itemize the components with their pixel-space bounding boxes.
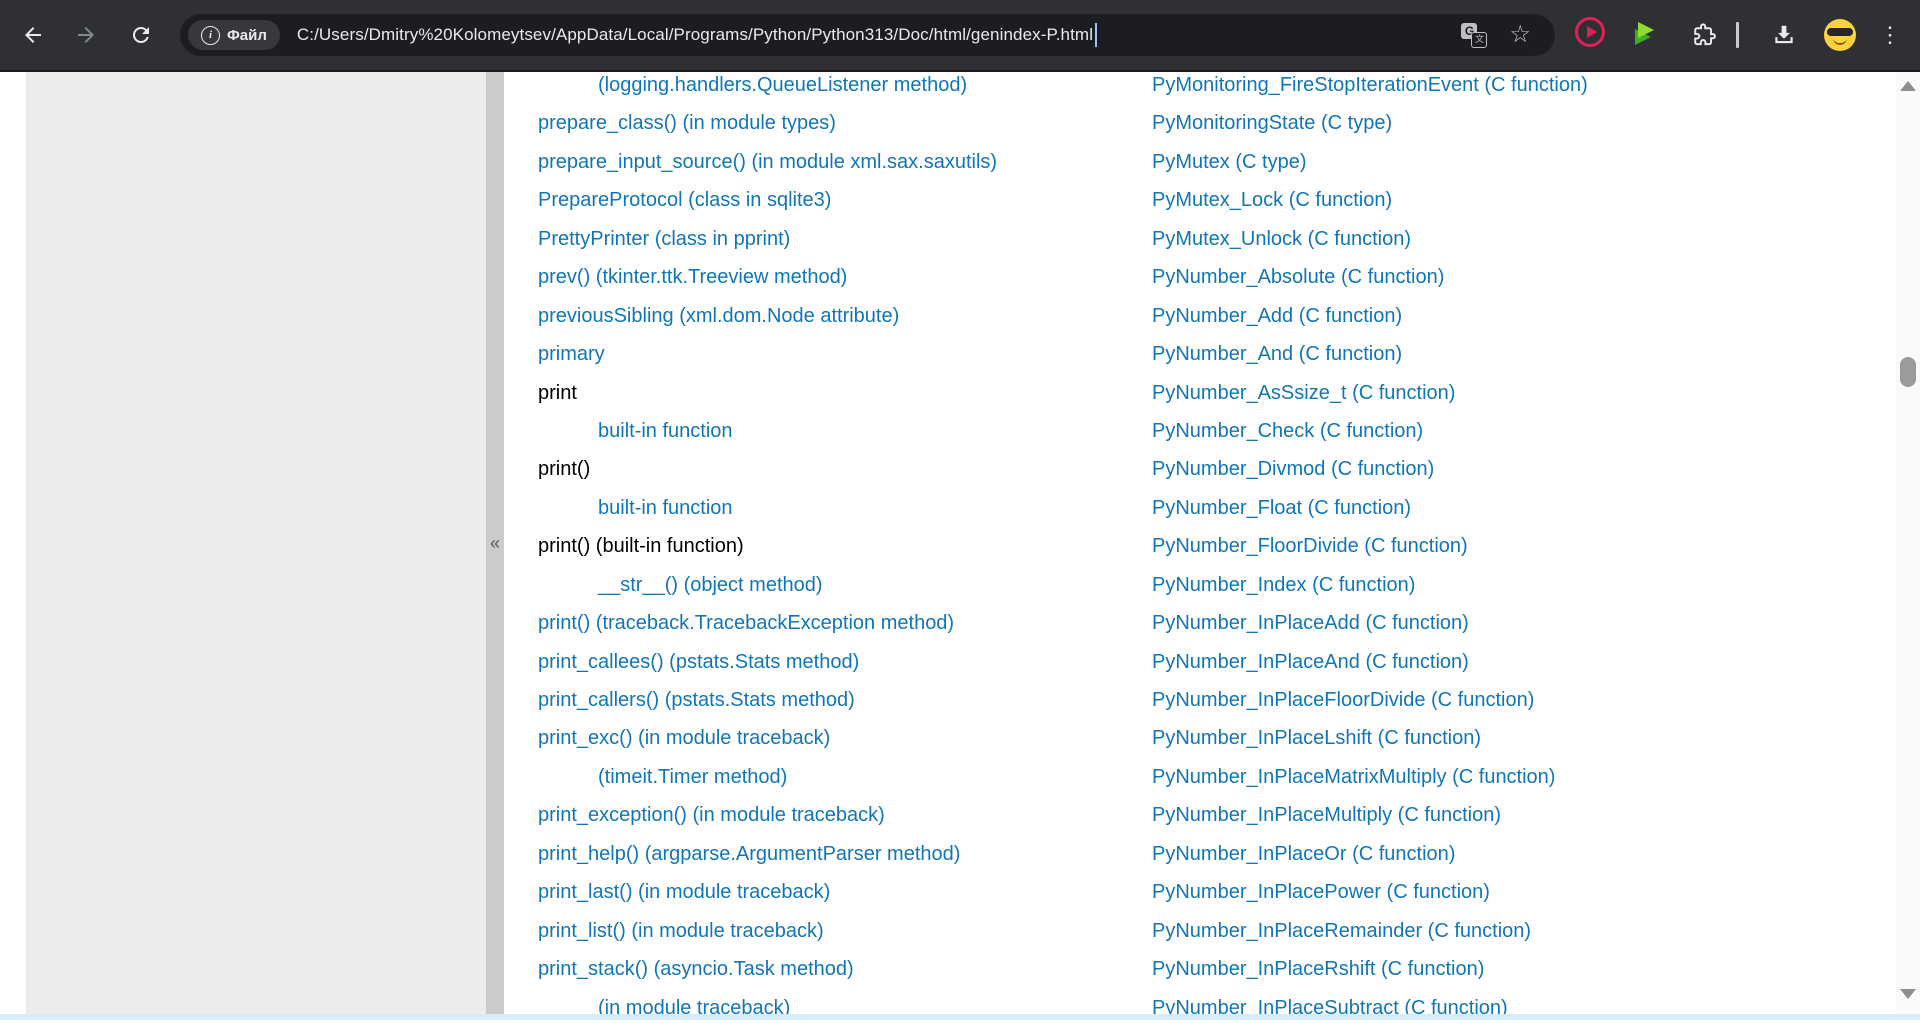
- index-entry-link[interactable]: PyNumber_InPlacePower (C function): [1152, 873, 1588, 911]
- index-entry-link[interactable]: print_exception() (in module traceback): [538, 796, 997, 834]
- bottom-edge-strip: [0, 1014, 1920, 1020]
- index-entry-link[interactable]: PyNumber_InPlaceFloorDivide (C function): [1152, 681, 1588, 719]
- sidebar-collapse-handle[interactable]: «: [486, 72, 504, 1014]
- index-entry-link[interactable]: print_exc() (in module traceback): [538, 719, 997, 757]
- downloads-button[interactable]: [1762, 13, 1806, 57]
- index-entry-link[interactable]: PrettyPrinter (class in pprint): [538, 220, 997, 258]
- scroll-up-arrow-icon: [1900, 81, 1916, 91]
- back-button[interactable]: [11, 13, 55, 57]
- index-entry-link[interactable]: PyMutex_Unlock (C function): [1152, 220, 1588, 258]
- index-entry-link[interactable]: PrepareProtocol (class in sqlite3): [538, 181, 997, 219]
- index-entry-text: print() (built-in function): [538, 527, 997, 565]
- sunglasses-emoji-icon: [1824, 19, 1856, 51]
- browser-menu-button[interactable]: ⋮: [1868, 13, 1912, 57]
- index-entry-link[interactable]: PyNumber_InPlaceOr (C function): [1152, 835, 1588, 873]
- index-entry-link[interactable]: print() (traceback.TracebackException me…: [538, 604, 997, 642]
- index-entry-link[interactable]: print_last() (in module traceback): [538, 873, 997, 911]
- download-icon: [1771, 22, 1797, 48]
- index-entry-link[interactable]: PyNumber_Float (C function): [1152, 489, 1588, 527]
- scrollbar-down-button[interactable]: [1896, 982, 1920, 1006]
- index-entry-link[interactable]: PyNumber_InPlaceMultiply (C function): [1152, 796, 1588, 834]
- site-info-label: Файл: [227, 27, 267, 44]
- forward-button[interactable]: [64, 13, 108, 57]
- info-icon: i: [201, 26, 220, 45]
- index-entry-link[interactable]: print_callers() (pstats.Stats method): [538, 681, 997, 719]
- index-entry-link[interactable]: PyNumber_InPlaceRemainder (C function): [1152, 912, 1588, 950]
- index-entry-link[interactable]: PyNumber_FloorDivide (C function): [1152, 527, 1588, 565]
- translate-char-glyph: 文: [1471, 32, 1487, 48]
- browser-toolbar: i Файл C:/Users/Dmitry%20Kolomeytsev/App…: [0, 0, 1920, 72]
- url-text: C:/Users/Dmitry%20Kolomeytsev/AppData/Lo…: [297, 25, 1093, 45]
- index-entry-link[interactable]: prev() (tkinter.ttk.Treeview method): [538, 258, 997, 296]
- forward-arrow-icon: [74, 23, 98, 47]
- toolbar-separator: [1736, 22, 1739, 48]
- index-entry-link[interactable]: prepare_class() (in module types): [538, 104, 997, 142]
- scrollbar-up-button[interactable]: [1896, 74, 1920, 98]
- index-entry-link[interactable]: PyNumber_AsSsize_t (C function): [1152, 374, 1588, 412]
- index-entry-link[interactable]: PyMonitoringState (C type): [1152, 104, 1588, 142]
- index-entry-link[interactable]: PyNumber_InPlaceAnd (C function): [1152, 643, 1588, 681]
- extension-green-icon[interactable]: [1632, 18, 1660, 48]
- back-arrow-icon: [21, 23, 45, 47]
- index-column-right: PyMonitoring_FireStopIterationEvent (C f…: [1152, 66, 1588, 1027]
- index-entry-link[interactable]: built-in function: [538, 412, 997, 450]
- genindex-page: « (logging.handlers.QueueListener method…: [0, 72, 1920, 1020]
- index-entry-link[interactable]: PyNumber_InPlaceMatrixMultiply (C functi…: [1152, 758, 1588, 796]
- site-info-chip[interactable]: i Файл: [188, 20, 280, 50]
- index-entry-link[interactable]: (in module traceback): [538, 989, 997, 1027]
- puzzle-icon: [1691, 22, 1717, 48]
- index-column-left: (logging.handlers.QueueListener method)p…: [538, 66, 997, 1027]
- index-entry-link[interactable]: print_list() (in module traceback): [538, 912, 997, 950]
- index-entry-link[interactable]: PyMutex_Lock (C function): [1152, 181, 1588, 219]
- translate-icon[interactable]: G 文: [1461, 22, 1487, 48]
- index-entry-link[interactable]: PyNumber_InPlaceAdd (C function): [1152, 604, 1588, 642]
- index-entry-link[interactable]: PyNumber_Check (C function): [1152, 412, 1588, 450]
- index-entry-link[interactable]: PyNumber_Divmod (C function): [1152, 450, 1588, 488]
- kebab-menu-icon: ⋮: [1879, 25, 1901, 45]
- index-entry-link[interactable]: PyNumber_InPlaceRshift (C function): [1152, 950, 1588, 988]
- index-entry-link[interactable]: prepare_input_source() (in module xml.sa…: [538, 143, 997, 181]
- address-bar[interactable]: i Файл C:/Users/Dmitry%20Kolomeytsev/App…: [180, 14, 1555, 56]
- index-entry-link[interactable]: PyMutex (C type): [1152, 143, 1588, 181]
- index-entry-text: print(): [538, 450, 997, 488]
- index-entry-link[interactable]: previousSibling (xml.dom.Node attribute): [538, 297, 997, 335]
- index-entry-link[interactable]: PyNumber_Add (C function): [1152, 297, 1588, 335]
- index-entry-link[interactable]: PyNumber_InPlaceSubtract (C function): [1152, 989, 1588, 1027]
- index-entry-link[interactable]: print_stack() (asyncio.Task method): [538, 950, 997, 988]
- reload-button[interactable]: [119, 13, 163, 57]
- index-entry-link[interactable]: primary: [538, 335, 997, 373]
- index-entry-link[interactable]: print_callees() (pstats.Stats method): [538, 643, 997, 681]
- extensions-button[interactable]: [1682, 13, 1726, 57]
- index-entry-link[interactable]: built-in function: [538, 489, 997, 527]
- reload-icon: [129, 23, 153, 47]
- index-entry-link[interactable]: PyNumber_InPlaceLshift (C function): [1152, 719, 1588, 757]
- collapse-chevrons-icon: «: [490, 533, 500, 554]
- index-entry-link[interactable]: __str__() (object method): [538, 566, 997, 604]
- extension-recorder-icon[interactable]: [1575, 17, 1605, 47]
- index-entry-link[interactable]: print_help() (argparse.ArgumentParser me…: [538, 835, 997, 873]
- index-entry-link[interactable]: (timeit.Timer method): [538, 758, 997, 796]
- page-scrollbar[interactable]: [1896, 72, 1920, 1014]
- text-caret: [1095, 23, 1097, 47]
- index-entry-text: print: [538, 374, 997, 412]
- bookmark-star-icon[interactable]: ☆: [1509, 23, 1531, 47]
- profile-avatar[interactable]: [1818, 13, 1862, 57]
- play-triangle-icon: [1587, 26, 1597, 38]
- green-triangle-light-icon: [1638, 22, 1654, 38]
- index-entry-link[interactable]: PyNumber_And (C function): [1152, 335, 1588, 373]
- index-entry-link[interactable]: PyNumber_Index (C function): [1152, 566, 1588, 604]
- scroll-down-arrow-icon: [1900, 989, 1916, 999]
- sphinx-sidebar: [26, 72, 486, 1014]
- scrollbar-thumb[interactable]: [1900, 357, 1916, 387]
- index-entry-link[interactable]: PyNumber_Absolute (C function): [1152, 258, 1588, 296]
